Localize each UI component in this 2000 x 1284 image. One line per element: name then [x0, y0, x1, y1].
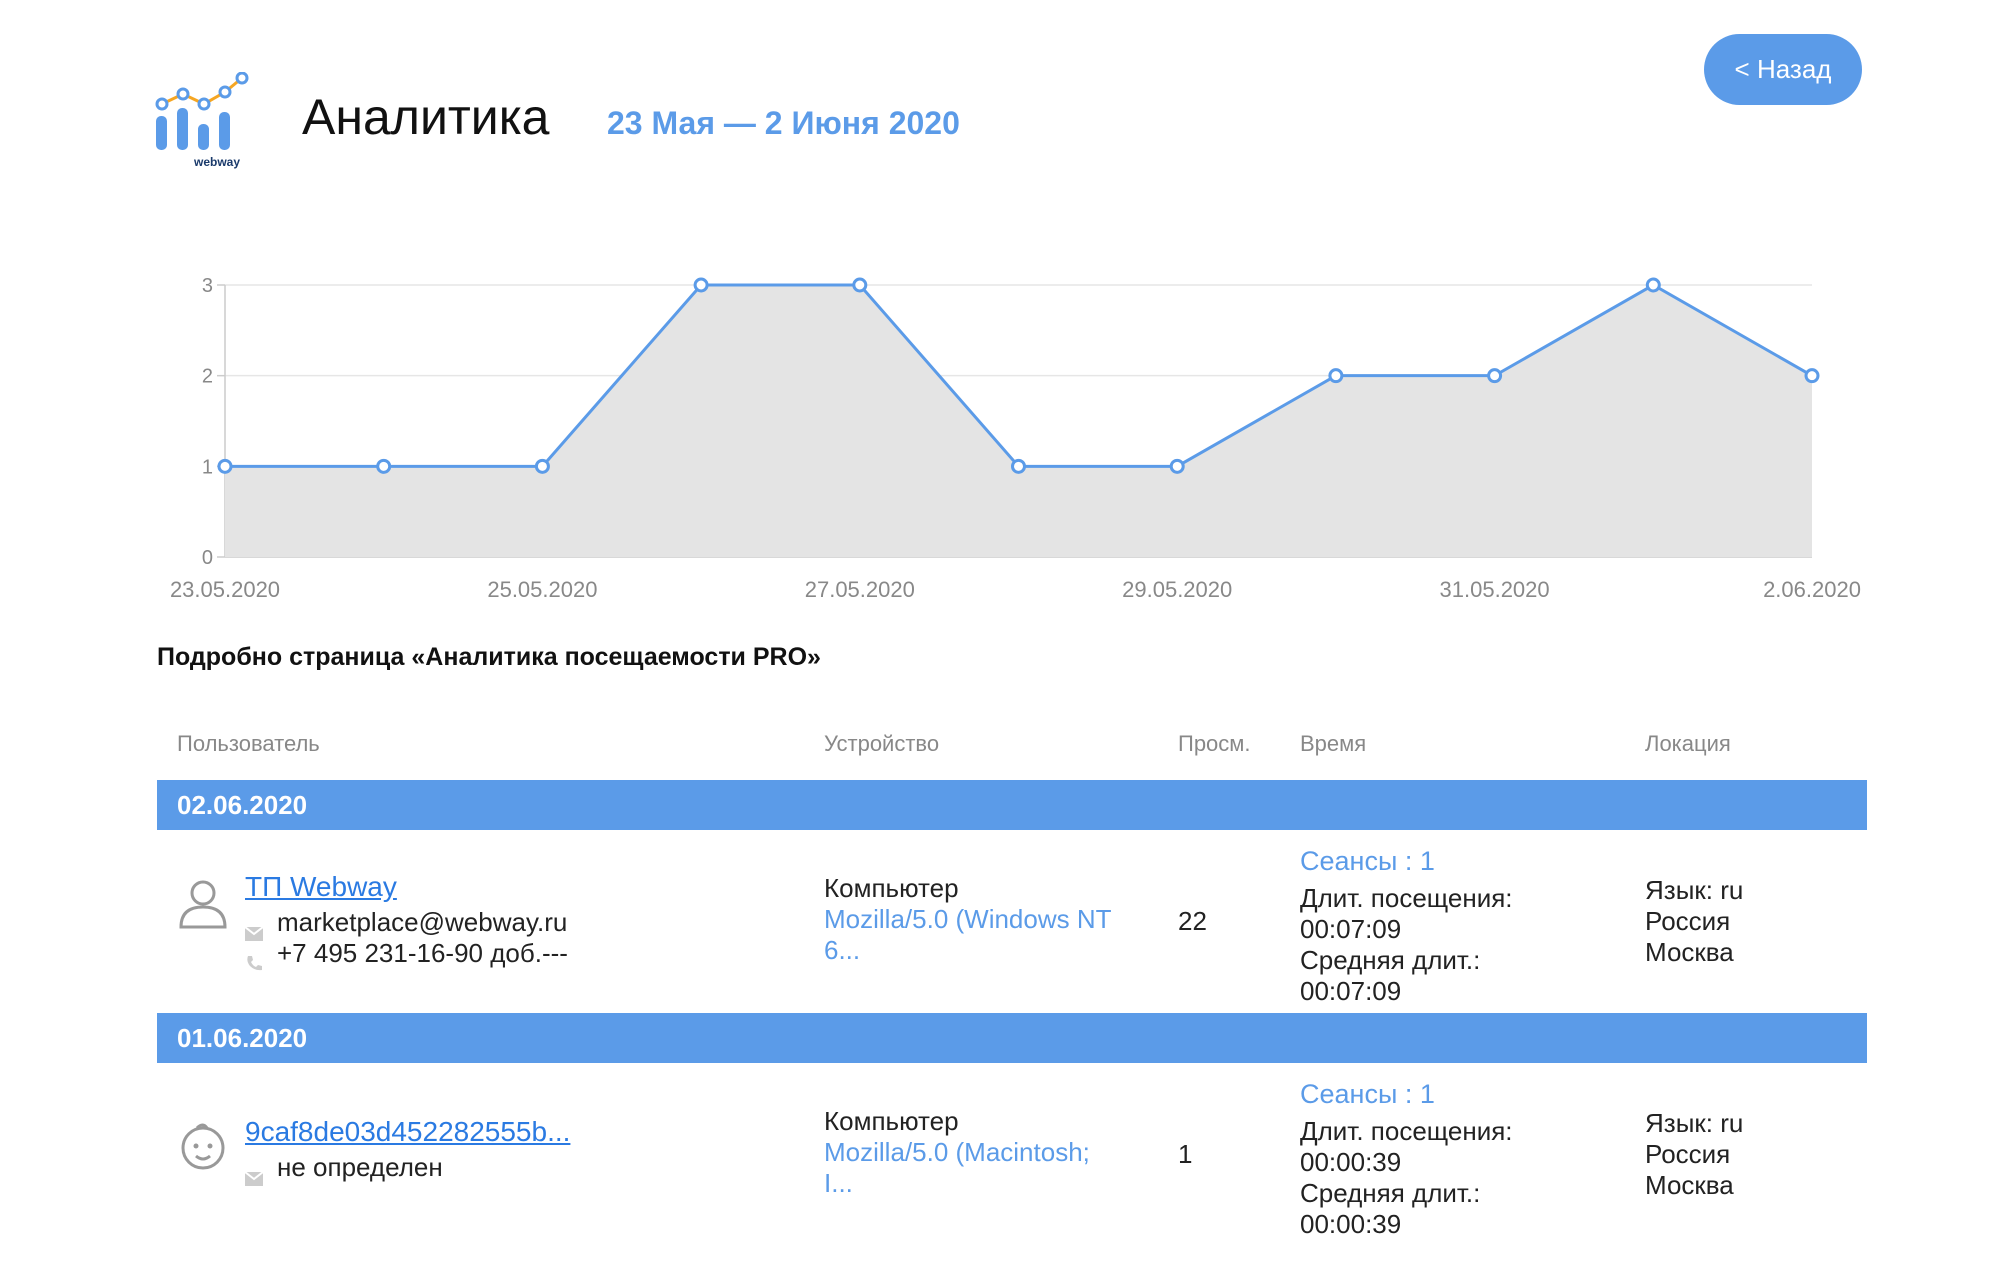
user-name-link[interactable]: 9caf8de03d452282555b... — [245, 1116, 570, 1147]
table-header: Пользователь Устройство Просм. Время Лок… — [157, 727, 1867, 761]
baby-face-icon — [181, 1123, 225, 1170]
chart-point — [1804, 368, 1820, 384]
chart-x-tick-label: 2.06.2020 — [1763, 577, 1861, 602]
section-title: Подробно страница «Аналитика посещаемост… — [157, 643, 821, 671]
user-agent: Mozilla/5.0 (Macintosh; I... — [824, 1137, 1144, 1199]
date-range: 23 Мая — 2 Июня 2020 — [607, 105, 960, 141]
location-country: Россия — [1645, 1139, 1731, 1169]
table-row: ТП Webway marketplace@webway.ru +7 495 2… — [157, 835, 1867, 1015]
column-header-time: Время — [1300, 731, 1367, 756]
chart-point — [852, 277, 868, 293]
chart-point — [1645, 277, 1661, 293]
chart-y-tick-label: 3 — [202, 275, 213, 297]
logo-text: webway — [193, 155, 240, 169]
location: Язык: ru Россия Москва — [1645, 875, 1743, 968]
user-agent-line: Mozilla/5.0 (Macintosh; — [824, 1137, 1090, 1167]
user-email: не определен — [277, 1152, 443, 1182]
chart-x-tick-label: 29.05.2020 — [1122, 577, 1232, 602]
views-count: 22 — [1178, 906, 1207, 936]
chart-point — [376, 458, 392, 474]
user-agent-line: I... — [824, 1168, 853, 1198]
average-duration-value: 00:07:09 — [1300, 976, 1402, 1006]
user-email-line: marketplace@webway.ru — [244, 907, 568, 942]
chart-y-tick-label: 0 — [202, 547, 213, 569]
location-language: Язык: ru — [1645, 875, 1744, 905]
average-duration-value: 00:00:39 — [1300, 1209, 1402, 1239]
date-group-header: 02.06.2020 — [157, 780, 1867, 830]
user-email-line: не определен — [244, 1152, 443, 1187]
sessions-count: Сеансы : 1 — [1300, 1079, 1435, 1109]
chart-x-tick-label: 31.05.2020 — [1440, 577, 1550, 602]
user-agent-line: Mozilla/5.0 (Windows NT — [824, 904, 1112, 934]
chart-point — [534, 458, 550, 474]
time-details: Длит. посещения: 00:00:39 Средняя длит.:… — [1300, 1116, 1513, 1240]
chart-x-tick-label: 27.05.2020 — [805, 577, 915, 602]
column-header-device: Устройство — [824, 731, 940, 756]
chart-x-tick-label: 23.05.2020 — [170, 577, 280, 602]
user-phone: +7 495 231-16-90 доб.--- — [277, 938, 568, 968]
average-duration-label: Средняя длит.: — [1300, 945, 1481, 975]
email-icon — [244, 917, 264, 942]
visits-chart: 0 1 2 3 23.05.2020 25.05.2020 27.05.2020 29.05.… — [170, 275, 1861, 602]
visit-duration-value: 00:07:09 — [1300, 914, 1402, 944]
location-country: Россия — [1645, 906, 1731, 936]
time-details: Длит. посещения: 00:07:09 Средняя длит.:… — [1300, 883, 1513, 1007]
location: Язык: ru Россия Москва — [1645, 1108, 1743, 1201]
user-agent-line: 6... — [824, 935, 861, 965]
email-icon — [244, 1162, 264, 1187]
back-button[interactable]: < Назад — [1704, 34, 1862, 105]
views-count: 1 — [1178, 1139, 1193, 1169]
column-header-user: Пользователь — [177, 731, 320, 756]
visit-duration-label: Длит. посещения: — [1300, 1116, 1513, 1146]
chart-x-tick-label: 25.05.2020 — [487, 577, 597, 602]
average-duration-label: Средняя длит.: — [1300, 1178, 1481, 1208]
column-header-views: Просм. — [1178, 731, 1251, 756]
chart-area — [225, 285, 1812, 557]
location-language: Язык: ru — [1645, 1108, 1744, 1138]
sessions-count: Сеансы : 1 — [1300, 846, 1435, 876]
location-city: Москва — [1645, 1170, 1734, 1200]
chart-point — [1011, 458, 1026, 474]
user-email: marketplace@webway.ru — [277, 907, 568, 937]
chart-point — [693, 277, 709, 293]
page-title: Аналитика — [302, 89, 550, 145]
chart-y-tick-label: 1 — [202, 456, 213, 478]
chart-point — [1328, 368, 1344, 384]
chart-point — [1169, 458, 1185, 474]
analytics-page: webway Аналитика 23 Мая — 2 Июня 2020 < … — [0, 0, 2000, 1284]
user-phone-line: +7 495 231-16-90 доб.--- — [245, 938, 568, 971]
chart-y-tick-label: 2 — [202, 366, 213, 388]
person-icon — [179, 880, 227, 929]
chart-point — [217, 458, 233, 474]
chart-point — [1487, 368, 1503, 384]
table-row: 9caf8de03d452282555b... не определен Ком… — [157, 1068, 1867, 1248]
location-city: Москва — [1645, 937, 1734, 967]
column-header-location: Локация — [1645, 731, 1731, 756]
user-name-link[interactable]: ТП Webway — [245, 871, 397, 902]
date-group-header: 01.06.2020 — [157, 1013, 1867, 1063]
visit-duration-label: Длит. посещения: — [1300, 883, 1513, 913]
device-type: Компьютер — [824, 1106, 959, 1136]
visit-duration-value: 00:00:39 — [1300, 1147, 1402, 1177]
webway-logo: webway — [155, 72, 249, 169]
device-type: Компьютер — [824, 873, 959, 903]
user-agent: Mozilla/5.0 (Windows NT 6... — [824, 904, 1144, 966]
group-date: 02.06.2020 — [177, 790, 308, 820]
group-date: 01.06.2020 — [177, 1023, 308, 1053]
phone-icon — [245, 948, 263, 971]
